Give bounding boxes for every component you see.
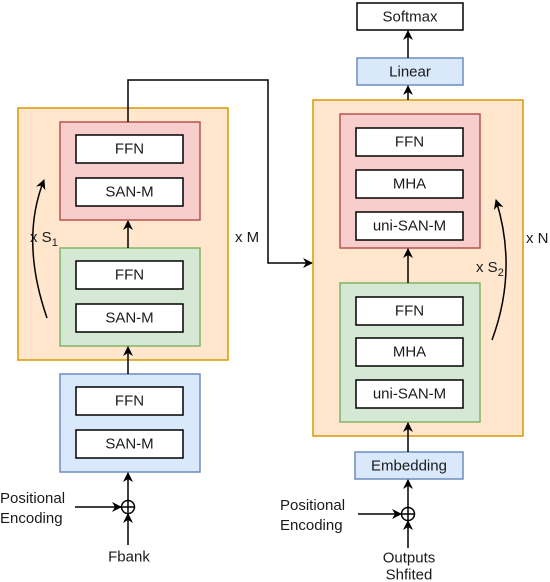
decoder-mha-label: MHA <box>393 176 426 193</box>
decoder-green-uni-san-m-label: uni-SAN-M <box>373 386 446 403</box>
linear-label: Linear <box>389 64 431 81</box>
decoder-input-line1: Outputs <box>383 550 436 567</box>
architecture-diagram: FFN SAN-M FFN SAN-M FFN SAN-M x S1 x M P… <box>0 2 549 582</box>
decoder-green-mha-label: MHA <box>393 344 426 361</box>
decoder-positional-encoding-line1: Positional <box>280 497 345 514</box>
encoder-san-m-label: SAN-M <box>105 184 153 201</box>
decoder: FFN MHA uni-SAN-M FFN MHA uni-SAN-M Embe… <box>280 2 549 582</box>
decoder-input-line2: Shfited <box>386 567 433 582</box>
encoder-ffn-label: FFN <box>115 141 144 158</box>
encoder-input-label: Fbank <box>108 549 150 566</box>
encoder-green-ffn-label: FFN <box>115 267 144 284</box>
decoder-positional-encoding-line2: Encoding <box>280 517 343 534</box>
encoder: FFN SAN-M FFN SAN-M FFN SAN-M x S1 x M P… <box>0 79 313 566</box>
softmax-label: Softmax <box>382 9 438 26</box>
encoder-positional-encoding-line1: Positional <box>0 490 65 507</box>
encoder-repeat-label: x M <box>235 229 259 246</box>
decoder-ffn-label: FFN <box>395 134 424 151</box>
decoder-uni-san-m-label: uni-SAN-M <box>373 218 446 235</box>
decoder-green-ffn-label: FFN <box>395 303 424 320</box>
encoder-input-san-m-label: SAN-M <box>105 436 153 453</box>
encoder-green-san-m-label: SAN-M <box>105 310 153 327</box>
embedding-label: Embedding <box>371 458 447 475</box>
encoder-positional-encoding-line2: Encoding <box>0 510 63 527</box>
encoder-input-ffn-label: FFN <box>115 393 144 410</box>
decoder-repeat-label: x N <box>526 230 549 247</box>
